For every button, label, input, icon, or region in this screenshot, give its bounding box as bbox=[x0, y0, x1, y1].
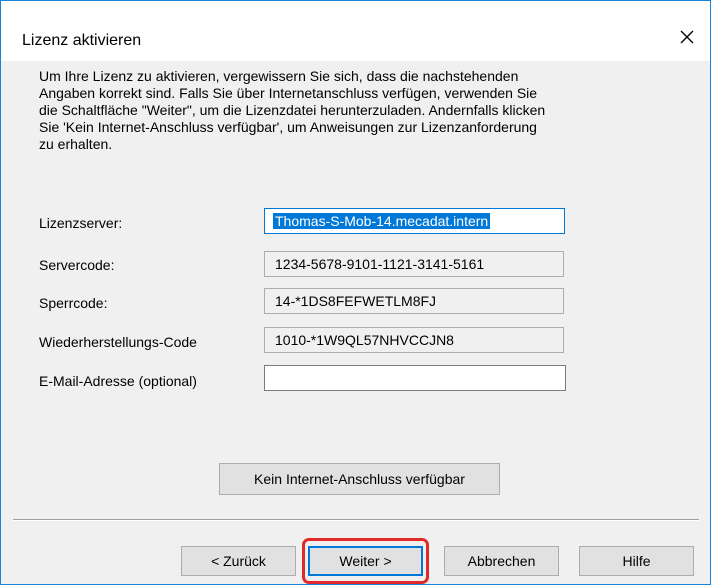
server-code-label: Servercode: bbox=[39, 257, 115, 273]
recovery-code-field[interactable]: 1010-*1W9QL57NHVCCJN8 bbox=[264, 327, 564, 353]
close-button[interactable] bbox=[665, 17, 709, 57]
instructions-line: Um Ihre Lizenz zu aktivieren, vergewisse… bbox=[39, 68, 519, 84]
instructions-line: Sie 'Kein Internet-Anschluss verfügbar',… bbox=[39, 119, 537, 135]
title-bar: Lizenz aktivieren bbox=[1, 1, 710, 61]
license-server-label: Lizenzserver: bbox=[39, 215, 123, 231]
next-button[interactable]: Weiter > bbox=[308, 546, 423, 576]
lock-code-field[interactable]: 14-*1DS8FEFWETLM8FJ bbox=[264, 288, 564, 314]
cancel-button[interactable]: Abbrechen bbox=[444, 546, 559, 576]
recovery-code-value: 1010-*1W9QL57NHVCCJN8 bbox=[275, 332, 454, 348]
instructions-line: die Schaltfläche "Weiter", um die Lizenz… bbox=[39, 102, 546, 118]
license-server-value: Thomas-S-Mob-14.mecadat.intern bbox=[273, 213, 491, 229]
dialog-title: Lizenz aktivieren bbox=[22, 32, 142, 49]
recovery-code-label: Wiederherstellungs-Code bbox=[39, 334, 197, 350]
lock-code-label: Sperrcode: bbox=[39, 295, 108, 311]
separator-line bbox=[13, 519, 699, 521]
instructions-line: zu erhalten. bbox=[39, 136, 113, 152]
email-field[interactable] bbox=[264, 365, 566, 391]
server-code-field[interactable]: 1234-5678-9101-1121-3141-5161 bbox=[264, 251, 564, 277]
email-label: E-Mail-Adresse (optional) bbox=[39, 373, 197, 389]
close-icon bbox=[680, 30, 694, 44]
instructions-text: Um Ihre Lizenz zu aktivieren, vergewisse… bbox=[39, 68, 689, 153]
license-server-field[interactable]: Thomas-S-Mob-14.mecadat.intern bbox=[264, 208, 565, 234]
server-code-value: 1234-5678-9101-1121-3141-5161 bbox=[275, 256, 485, 272]
instructions-line: Angaben korrekt sind. Falls Sie über Int… bbox=[39, 85, 538, 101]
lock-code-value: 14-*1DS8FEFWETLM8FJ bbox=[275, 293, 437, 309]
no-internet-button[interactable]: Kein Internet-Anschluss verfügbar bbox=[219, 463, 500, 495]
license-activation-dialog: Lizenz aktivieren Um Ihre Lizenz zu akti… bbox=[0, 0, 711, 585]
help-button[interactable]: Hilfe bbox=[579, 546, 694, 576]
back-button[interactable]: < Zurück bbox=[181, 546, 296, 576]
